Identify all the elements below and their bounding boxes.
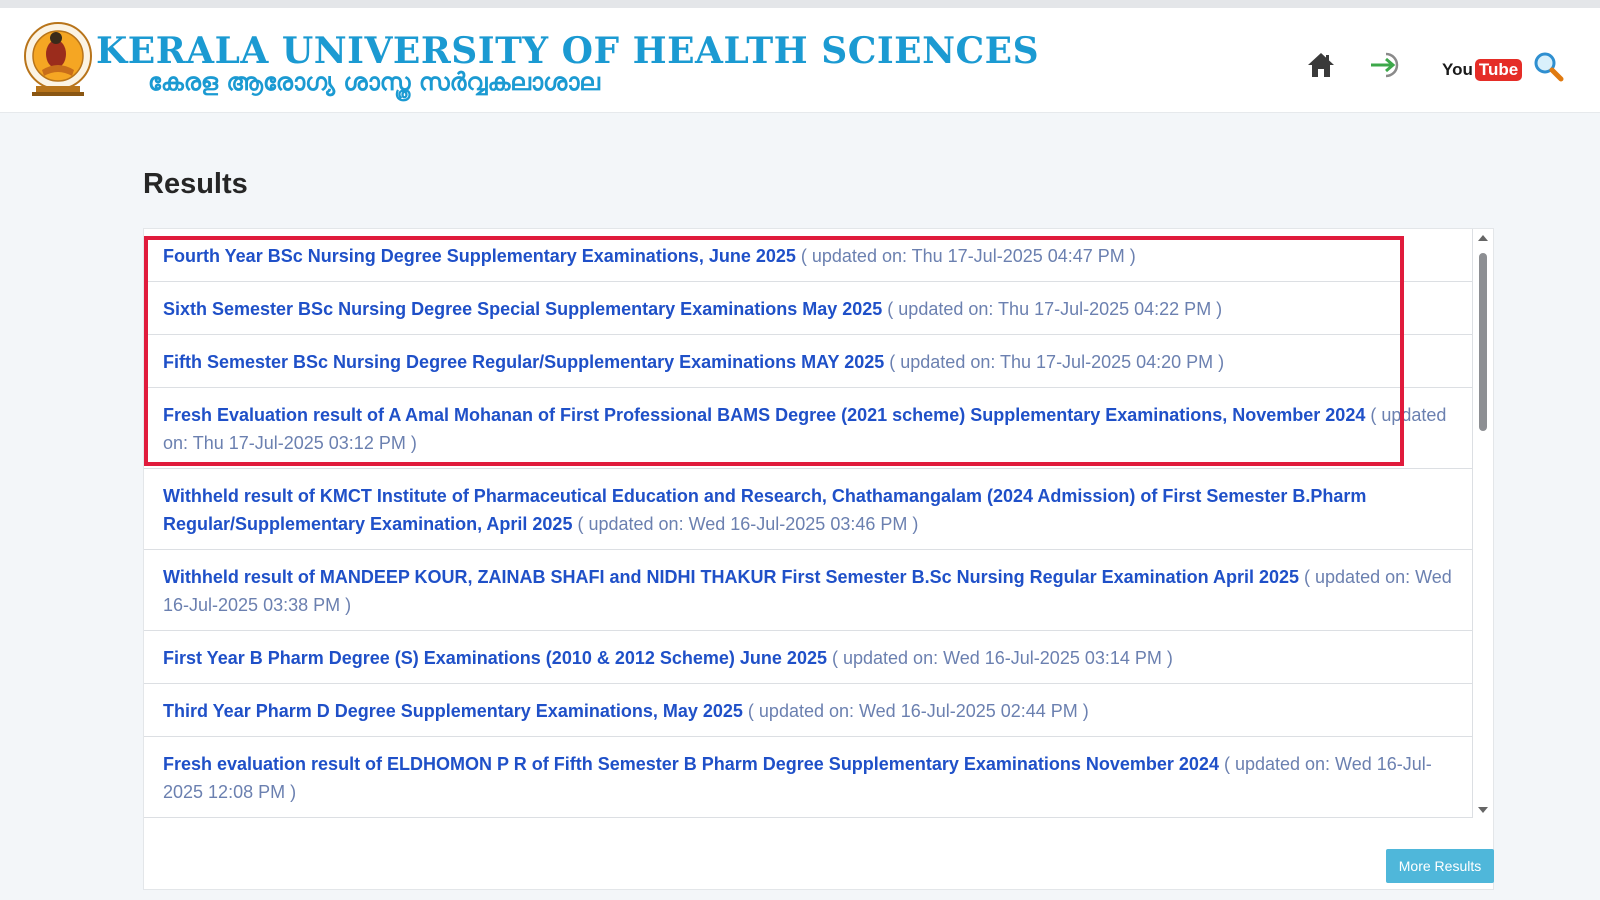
updated-timestamp: ( updated on: Wed 16-Jul-2025 03:46 PM ): [577, 514, 919, 534]
list-item: Fresh evaluation result of ELDHOMON P R …: [144, 737, 1473, 818]
list-item: Fifth Semester BSc Nursing Degree Regula…: [144, 335, 1473, 388]
list-item: Fresh Evaluation result of A Amal Mohana…: [144, 388, 1473, 469]
site-header: KERALA UNIVERSITY OF HEALTH SCIENCES കേര…: [0, 8, 1600, 113]
result-link[interactable]: Sixth Semester BSc Nursing Degree Specia…: [163, 299, 882, 319]
scroll-down-arrow-icon[interactable]: [1478, 807, 1488, 813]
university-name-english: KERALA UNIVERSITY OF HEALTH SCIENCES: [96, 30, 1040, 72]
updated-timestamp: ( updated on: Thu 17-Jul-2025 04:22 PM ): [887, 299, 1223, 319]
result-link[interactable]: Fresh Evaluation result of A Amal Mohana…: [163, 405, 1365, 425]
updated-timestamp: ( updated on: Wed 16-Jul-2025 02:44 PM ): [747, 701, 1089, 721]
scrollbar-thumb[interactable]: [1479, 253, 1487, 431]
list-item: Withheld result of MANDEEP KOUR, ZAINAB …: [144, 550, 1473, 631]
updated-timestamp: ( updated on: Thu 17-Jul-2025 04:20 PM ): [889, 352, 1225, 372]
browser-top-strip: [0, 0, 1600, 8]
result-link[interactable]: Fifth Semester BSc Nursing Degree Regula…: [163, 352, 884, 372]
results-scrollbar[interactable]: [1473, 229, 1493, 819]
search-icon[interactable]: [1532, 50, 1564, 82]
more-results-button[interactable]: More Results: [1386, 849, 1494, 883]
updated-timestamp: ( updated on: Wed 16-Jul-2025 03:14 PM ): [832, 648, 1173, 668]
scroll-up-arrow-icon[interactable]: [1478, 235, 1488, 241]
list-item: Withheld result of KMCT Institute of Pha…: [144, 469, 1473, 550]
login-icon[interactable]: [1368, 50, 1406, 80]
home-icon[interactable]: [1306, 50, 1336, 80]
results-list: Fourth Year BSc Nursing Degree Supplemen…: [144, 229, 1473, 819]
youtube-you-text: You: [1442, 60, 1473, 79]
list-item: First Year B Pharm Degree (S) Examinatio…: [144, 631, 1473, 684]
results-panel: Fourth Year BSc Nursing Degree Supplemen…: [143, 228, 1494, 890]
youtube-icon[interactable]: You Tube: [1440, 58, 1524, 82]
youtube-tube-text: Tube: [1474, 59, 1523, 81]
list-item: Third Year Pharm D Degree Supplementary …: [144, 684, 1473, 737]
result-link[interactable]: Third Year Pharm D Degree Supplementary …: [163, 701, 743, 721]
page-title: Results: [143, 168, 248, 200]
university-name-malayalam: കേരള ആരോഗ്യ ശാസ്ത്ര സർവ്വകലാശാല: [148, 68, 600, 96]
university-seal-logo: [24, 22, 92, 96]
list-item: Fourth Year BSc Nursing Degree Supplemen…: [144, 229, 1473, 282]
updated-timestamp: ( updated on: Thu 17-Jul-2025 04:47 PM ): [800, 246, 1136, 266]
result-link[interactable]: Fresh evaluation result of ELDHOMON P R …: [163, 754, 1219, 774]
result-link[interactable]: First Year B Pharm Degree (S) Examinatio…: [163, 648, 827, 668]
result-link[interactable]: Withheld result of MANDEEP KOUR, ZAINAB …: [163, 567, 1299, 587]
result-link[interactable]: Fourth Year BSc Nursing Degree Supplemen…: [163, 246, 796, 266]
list-item: Sixth Semester BSc Nursing Degree Specia…: [144, 282, 1473, 335]
